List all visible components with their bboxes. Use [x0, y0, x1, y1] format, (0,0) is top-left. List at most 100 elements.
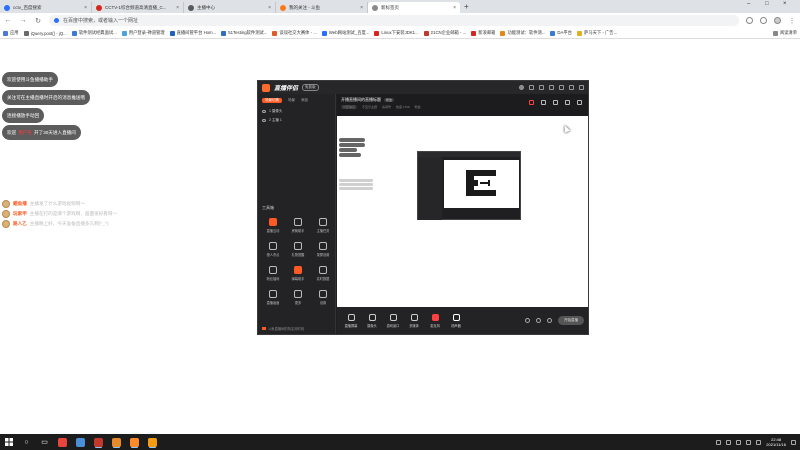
menu-dots-icon[interactable]: ⋮ — [788, 17, 796, 25]
toolbox-item[interactable]: 录屏设置 — [312, 242, 334, 262]
menu-icon[interactable] — [559, 85, 564, 90]
maximize-icon[interactable]: □ — [765, 1, 769, 7]
record-icon[interactable] — [536, 318, 541, 323]
system-clock[interactable]: 22:48 2021/11/16 — [766, 437, 786, 447]
settings-icon[interactable] — [547, 318, 552, 323]
bookmark-item[interactable]: 应用 — [3, 30, 19, 36]
visibility-eye-icon[interactable] — [262, 119, 266, 122]
taskbar-app-icon[interactable] — [76, 437, 85, 447]
minimize-icon[interactable] — [569, 85, 574, 90]
bookmark-item[interactable]: jQuery.post() - jQ... — [23, 30, 67, 36]
sidebar-footer-link[interactable]: 斗鱼直播间的特定用时段 — [262, 326, 304, 331]
scene-tab-active[interactable]: 场景切换 — [262, 98, 282, 103]
bookmark-item[interactable]: Web网站测试_百度... — [321, 30, 369, 36]
toolbox-item[interactable]: 设置 — [312, 290, 334, 310]
toolbox-item[interactable]: 房管助手 — [287, 218, 309, 238]
browser-tab[interactable]: 我的关注 - 斗鱼 × — [276, 2, 368, 13]
app-version-badge[interactable]: 免费版 — [302, 84, 319, 91]
network-icon[interactable] — [736, 439, 742, 445]
toolbox-item[interactable]: 粉丝福利 — [262, 266, 284, 286]
profile-icon[interactable] — [774, 17, 781, 24]
message-icon[interactable] — [539, 85, 544, 90]
bookmark-item[interactable]: 直播间管平台 Hom... — [169, 30, 216, 36]
source-tool-button[interactable]: 扬声器 — [446, 313, 466, 328]
live-preview[interactable] — [337, 116, 588, 307]
toolbox-item[interactable]: 更多 — [287, 290, 309, 310]
bookmark-item[interactable]: 51Testing软件测试... — [221, 30, 267, 36]
bookmark-item[interactable]: 用户登录-禅道管理 — [121, 30, 165, 36]
bookmark-item[interactable]: 功能测试：软件测... — [500, 30, 545, 36]
close-tab-icon[interactable]: × — [84, 5, 87, 11]
toolbox-item[interactable]: 弹幕助手 — [287, 266, 309, 286]
camera-icon[interactable] — [525, 318, 530, 323]
close-icon[interactable] — [579, 85, 584, 90]
scene-tab[interactable]: 添加 — [301, 98, 308, 103]
close-tab-icon[interactable]: × — [360, 5, 363, 11]
bookmark-label: 萨马天下 - 广告... — [583, 30, 618, 35]
source-tool-button[interactable]: 直播屏幕 — [341, 313, 361, 328]
source-item[interactable]: 1 摄像头 — [258, 107, 335, 116]
new-tab-button[interactable]: + — [464, 2, 469, 11]
source-tool-button[interactable]: 摄像头 — [362, 313, 382, 328]
volume-icon[interactable] — [746, 439, 752, 445]
toolbox-item[interactable]: 礼物提醒 — [287, 242, 309, 262]
settings-icon[interactable] — [549, 85, 554, 90]
toolbox-item[interactable]: 直播互动 — [262, 218, 284, 238]
close-window-icon[interactable]: × — [783, 1, 787, 7]
reload-icon[interactable]: ↻ — [34, 17, 42, 25]
source-tool-button[interactable]: 麦克风 — [425, 313, 445, 328]
taskbar-app-icon[interactable] — [58, 437, 67, 447]
minimize-icon[interactable]: – — [747, 1, 750, 7]
source-tool-button[interactable]: 多媒体 — [404, 313, 424, 328]
close-tab-icon[interactable]: × — [453, 5, 456, 11]
browser-tab-active[interactable]: 新标签页 × — [368, 2, 460, 13]
share-icon[interactable] — [577, 100, 582, 105]
notification-icon[interactable] — [529, 85, 534, 90]
visibility-eye-icon[interactable] — [262, 110, 266, 113]
bookmark-item[interactable]: 萨马天下 - 广告... — [576, 30, 618, 36]
taskbar-app-icon[interactable] — [148, 437, 157, 447]
room-category[interactable]: 分区信息 — [341, 105, 358, 109]
bookmark-item[interactable]: Linux下安装JDK1... — [374, 30, 419, 36]
back-arrow-icon[interactable]: ← — [4, 17, 12, 24]
task-view-icon[interactable]: ▭ — [40, 438, 49, 447]
bookmark-item[interactable]: DA平台 — [550, 30, 572, 36]
bell-icon[interactable] — [565, 100, 570, 105]
taskbar-app-icon[interactable] — [130, 437, 139, 447]
tray-app-icon[interactable] — [716, 439, 722, 445]
bookmark-item[interactable]: 21CN企业邮箱 - ... — [423, 30, 466, 36]
scene-tab[interactable]: 场景 — [288, 98, 295, 103]
address-bar[interactable]: 在百度中搜索，或者输入一个网址 — [49, 15, 739, 26]
toolbox-item[interactable]: 实时数据 — [312, 266, 334, 286]
forward-arrow-icon[interactable]: → — [19, 17, 27, 24]
taskbar-app-icon[interactable] — [112, 437, 121, 447]
close-tab-icon[interactable]: × — [268, 5, 271, 11]
toolbox-item[interactable]: 直播画面 — [262, 290, 284, 310]
tray-app-icon[interactable] — [726, 439, 732, 445]
reading-list-button[interactable]: 阅读清单 — [772, 30, 797, 36]
start-live-button[interactable]: 开始直播 — [558, 316, 584, 325]
toolbox-item[interactable]: 狼人杀点 — [262, 242, 284, 262]
extension-icon[interactable] — [760, 17, 767, 24]
bookmark-item[interactable]: 软件测试经典面试... — [71, 30, 117, 36]
user-avatar-icon[interactable] — [519, 85, 524, 90]
browser-tab[interactable]: CCTV-1综合频道高清直播_C... × — [92, 2, 184, 13]
source-item[interactable]: 2 主播 1 — [258, 116, 335, 125]
ime-icon[interactable] — [756, 439, 762, 445]
bookmark-item[interactable]: 谈谈社交大赛体 - ... — [272, 30, 317, 36]
close-tab-icon[interactable]: × — [176, 5, 179, 11]
windows-start-icon[interactable] — [4, 438, 13, 447]
browser-tab[interactable]: cctv_百度搜索 × — [0, 2, 92, 13]
gift-icon[interactable] — [529, 100, 534, 105]
browser-tab[interactable]: 主播中心 × — [184, 2, 276, 13]
edit-icon[interactable] — [553, 100, 558, 105]
notification-center-icon[interactable] — [791, 439, 796, 445]
search-icon[interactable]: ○ — [22, 438, 31, 447]
source-tool-button[interactable]: 游戏窗口 — [383, 313, 403, 328]
bookmark-item[interactable]: 新浪邮箱 — [471, 30, 495, 36]
toolbox-item[interactable]: 主播任务 — [312, 218, 334, 238]
bookmark-star-icon[interactable] — [746, 17, 753, 24]
edit-title-button[interactable]: 修改 — [384, 98, 395, 102]
taskbar-app-icon[interactable] — [94, 437, 103, 447]
lock-icon[interactable] — [541, 100, 546, 105]
